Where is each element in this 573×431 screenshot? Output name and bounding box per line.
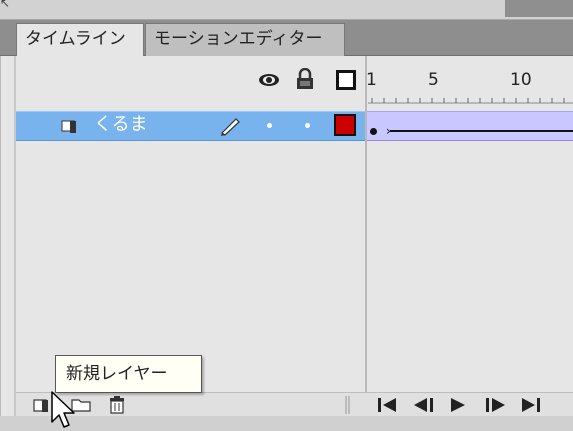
layer-name[interactable]: くるま (94, 112, 148, 138)
go-to-last-icon[interactable] (519, 396, 543, 414)
toolbar-grip[interactable] (344, 396, 352, 414)
mouse-cursor-icon (51, 391, 75, 428)
layer-icon (61, 120, 76, 133)
tab-motion-editor[interactable]: モーションエディター (145, 23, 345, 56)
window-top-strip (0, 0, 573, 20)
play-icon[interactable] (448, 396, 468, 414)
new-layer-icon[interactable] (32, 394, 52, 414)
window-bottom-strip (0, 416, 573, 431)
frames-row[interactable] (367, 111, 573, 141)
eye-icon[interactable] (258, 72, 280, 88)
tab-timeline[interactable]: タイムライン (16, 23, 144, 56)
go-to-first-icon[interactable] (376, 396, 400, 414)
trash-icon[interactable] (108, 394, 126, 414)
frame-number-5: 5 (428, 70, 439, 90)
step-forward-icon[interactable] (482, 396, 508, 414)
resize-arrow-icon[interactable]: ↖ (0, 0, 14, 10)
tooltip-new-layer: 新規レイヤー (55, 355, 202, 393)
lock-dot[interactable] (305, 123, 310, 128)
frame-ruler[interactable] (368, 94, 573, 104)
visibility-dot[interactable] (267, 123, 272, 128)
keyframe-dot[interactable] (370, 128, 377, 135)
frame-number-1: 1 (366, 70, 377, 90)
outline-icon[interactable] (336, 70, 356, 90)
lock-icon[interactable] (296, 68, 314, 90)
tween-line (390, 130, 573, 132)
pencil-icon (221, 118, 240, 136)
step-back-icon[interactable] (411, 396, 437, 414)
layer-outline-color[interactable] (334, 114, 356, 136)
window-top-dark-region (505, 0, 573, 17)
frame-number-10: 10 (510, 70, 532, 90)
